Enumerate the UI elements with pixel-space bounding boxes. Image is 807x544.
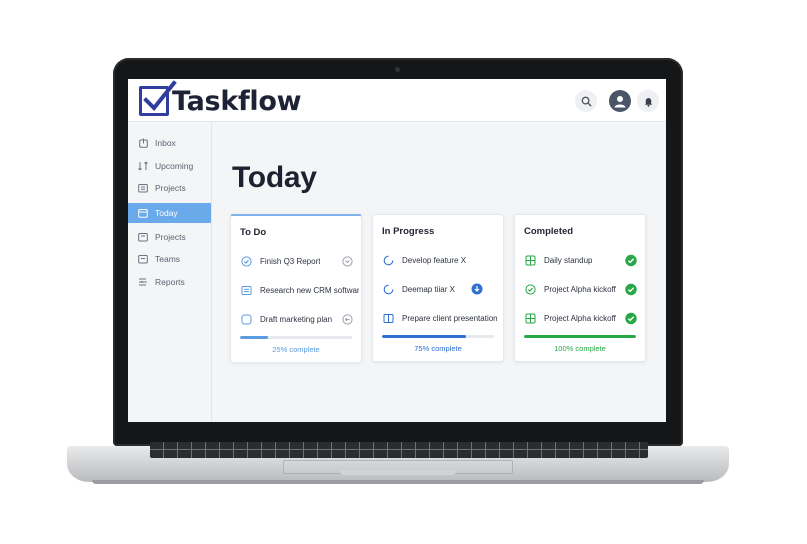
sidebar-item-projects-2[interactable]: Projects [128,227,211,247]
bell-icon [644,97,652,107]
check-badge-icon [625,312,637,324]
column-completed: Completed Daily standup Project Alpha ki… [514,214,646,362]
task-item[interactable]: Finish Q3 Report [241,254,359,268]
sidebar-item-label: Reports [155,277,185,287]
column-title: To Do [240,227,267,238]
sidebar-item-label: Inbox [155,138,176,148]
task-label: Prepare client presentation [402,313,498,323]
task-label: Develop feature X [402,255,467,265]
check-circle-icon [241,255,252,267]
download-icon[interactable] [471,283,483,295]
laptop-feet [92,480,704,484]
page-title: Today [232,161,317,194]
progress-bar [524,335,636,338]
column-todo: To Do Finish Q3 Report Research new CRM … [230,214,362,363]
progress-bar [382,335,494,338]
sidebar-item-label: Projects [155,183,186,193]
sidebar-item-label: Today [155,208,178,218]
task-item[interactable]: Draft marketing plan [241,312,359,326]
task-item[interactable]: Daily standup [525,253,643,267]
book-icon [383,313,394,324]
checkbox-logo-icon [139,80,177,116]
checkbox-icon [241,314,252,325]
column-title: In Progress [382,226,435,237]
column-in-progress: In Progress Develop feature X Deemap tii… [372,214,504,362]
sidebar-item-teams[interactable]: Teams [128,249,211,269]
folder-icon [138,183,148,193]
task-label: Daily standup [544,255,593,265]
search-button[interactable] [575,90,597,112]
column-title: Completed [524,226,574,237]
loading-icon [383,284,394,295]
sidebar-item-reports[interactable]: Reports [128,272,211,292]
sidebar-item-projects[interactable]: Projects [128,178,211,198]
upcoming-icon [138,161,148,171]
sidebar-item-inbox[interactable]: Inbox [128,133,211,153]
grid-icon [525,313,536,324]
check-badge-icon [625,254,637,266]
task-label: Deemap tiiar X [402,284,455,294]
task-item[interactable]: Project Alpha kickoff [525,282,643,296]
task-label: Finish Q3 Report [260,256,321,266]
progress-label: 75% complete [414,344,462,353]
task-item[interactable]: Develop feature X [383,253,501,267]
progress-bar-fill [382,335,466,338]
progress-label: 25% complete [272,345,320,354]
task-label: Project Alpha kickoff [544,313,616,323]
folder-icon [138,232,148,242]
app-header: Taskflow [128,79,666,122]
progress-bar [240,336,352,339]
sidebar-item-label: Upcoming [155,161,194,171]
notifications-button[interactable] [637,90,659,112]
sidebar-item-label: Teams [155,254,181,264]
reports-icon [138,277,148,287]
progress-bar-fill [240,336,268,339]
keyboard [150,442,648,458]
progress-label: 100% complete [554,344,606,353]
progress-bar-fill [524,335,636,338]
sidebar-item-today[interactable]: Today [128,203,211,223]
task-item[interactable]: Research new CRM software [241,283,359,297]
app-screen: Taskflow Inbox Upcoming Projects Today P… [128,79,666,422]
sidebar: Inbox Upcoming Projects Today Projects T… [128,122,212,422]
avatar[interactable] [609,90,631,112]
task-label: Project Alpha kickoff [544,284,616,294]
task-item[interactable]: Prepare client presentation [383,311,501,325]
task-item[interactable]: Project Alpha kickoff [525,311,643,325]
task-label: Research new CRM software [260,285,359,295]
options-icon[interactable] [341,313,353,325]
document-icon [241,285,252,296]
user-icon [614,96,626,108]
chevron-down-icon[interactable] [341,255,353,267]
check-badge-icon [625,283,637,295]
team-icon [138,254,148,264]
sidebar-item-label: Projects [155,232,186,242]
calendar-icon [138,208,148,218]
lid-notch [340,470,456,475]
inbox-icon [138,138,148,148]
check-circle-icon [525,283,536,295]
sidebar-item-upcoming[interactable]: Upcoming [128,156,211,176]
loading-icon [383,255,394,266]
search-icon [581,96,592,107]
camera [395,67,400,72]
task-item[interactable]: Deemap tiiar X [383,282,501,296]
app-logo[interactable]: Taskflow [139,80,302,118]
task-label: Draft marketing plan [260,314,333,324]
app-name: Taskflow [172,85,302,117]
grid-icon [525,255,536,266]
